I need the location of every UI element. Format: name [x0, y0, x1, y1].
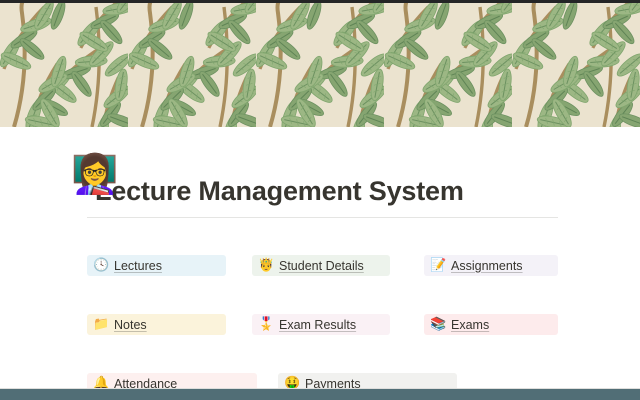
divider	[87, 217, 558, 218]
links-grid: 🕓 Lectures 🤴 Student Details 📝 Assignments 📁 No…	[87, 255, 558, 394]
clock-icon: 🕓	[93, 259, 109, 273]
books-icon: 📚	[430, 318, 446, 332]
link-card-exam-results[interactable]: 🎖️ Exam Results	[252, 314, 390, 335]
link-card-label: Exam Results	[279, 318, 356, 332]
link-card-label: Lectures	[114, 259, 162, 273]
page-title[interactable]: Lecture Management System	[95, 176, 640, 206]
page-icon[interactable]: 👩‍🏫	[71, 152, 118, 196]
link-card-assignments[interactable]: 📝 Assignments	[424, 255, 558, 276]
link-card-notes[interactable]: 📁 Notes	[87, 314, 226, 335]
link-card-label: Notes	[114, 318, 147, 332]
military-medal-icon: 🎖️	[258, 318, 274, 332]
link-card-label: Exams	[451, 318, 489, 332]
grid-row: 📁 Notes 🎖️ Exam Results 📚 Exams	[87, 314, 558, 335]
link-card-exams[interactable]: 📚 Exams	[424, 314, 558, 335]
prince-icon: 🤴	[258, 259, 274, 273]
page-body: 👩‍🏫 Lecture Management System 🕓Lectures🤴…	[0, 176, 640, 394]
link-card-label: Assignments	[451, 259, 523, 273]
window-bottom-bar	[0, 389, 640, 400]
link-card-student-details[interactable]: 🤴 Student Details	[252, 255, 390, 276]
link-card-lectures[interactable]: 🕓 Lectures	[87, 255, 226, 276]
memo-icon: 📝	[430, 259, 446, 273]
page-cover-banner[interactable]	[0, 3, 640, 127]
grid-row: 🕓 Lectures 🤴 Student Details 📝 Assignments	[87, 255, 558, 276]
link-card-label: Student Details	[279, 259, 364, 273]
folder-icon: 📁	[93, 318, 109, 332]
willow-pattern-art	[0, 3, 640, 127]
